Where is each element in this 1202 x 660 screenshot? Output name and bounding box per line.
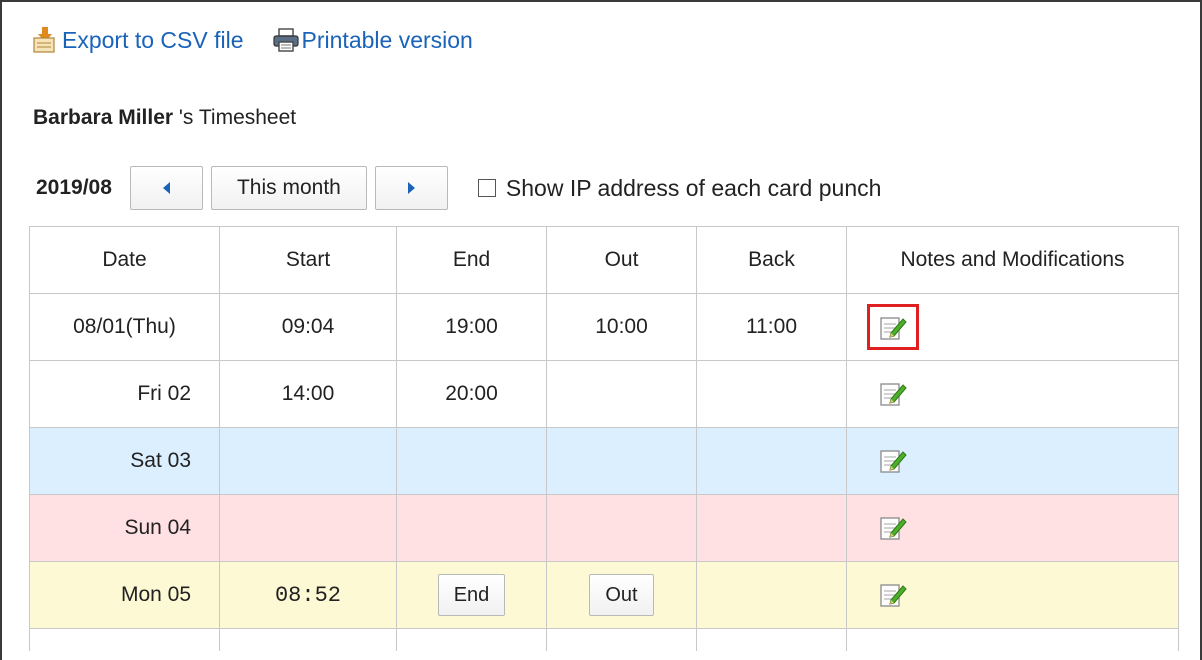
row-back — [696, 427, 847, 495]
show-ip-label[interactable]: Show IP address of each card punch — [506, 175, 881, 202]
edit-note-icon[interactable] — [877, 313, 909, 343]
row-out — [546, 360, 697, 428]
month-navigation: 2019/08 This month Show IP address of ea… — [36, 166, 881, 210]
title-suffix: 's Timesheet — [178, 106, 297, 129]
row-back: 11:00 — [696, 293, 847, 361]
timesheet-title: Barbara Miller 's Timesheet — [33, 106, 296, 130]
table-row: Mon 05 08:52 End Out — [29, 561, 1179, 629]
printable-version-label: Printable version — [301, 26, 473, 53]
row-notes — [846, 427, 1179, 495]
row-start: 09:04 — [219, 293, 397, 361]
printable-version-link[interactable]: Printable version — [272, 26, 473, 54]
edit-note-icon[interactable] — [877, 513, 909, 543]
show-ip-checkbox[interactable] — [477, 179, 496, 197]
row-out — [546, 494, 697, 562]
row-date: Sun 04 — [29, 494, 220, 562]
row-notes — [846, 561, 1179, 629]
row-out — [546, 427, 697, 495]
table-row: 08/01(Thu) 09:04 19:00 10:00 11:00 — [29, 293, 1179, 361]
table-header-row: Date Start End Out Back Notes and Modifi… — [29, 226, 1179, 294]
row-end: 20:00 — [396, 360, 547, 428]
row-out: 10:00 — [546, 293, 697, 361]
previous-month-button[interactable] — [129, 166, 203, 210]
column-header-notes: Notes and Modifications — [846, 226, 1179, 294]
triangle-right-icon — [407, 182, 415, 194]
show-ip-option: Show IP address of each card punch — [477, 175, 881, 202]
column-header-back: Back — [696, 226, 847, 294]
row-start: 08:52 — [219, 561, 397, 629]
row-start — [219, 494, 397, 562]
punch-end-button[interactable]: End — [437, 574, 506, 616]
row-start — [219, 427, 397, 495]
printer-icon — [272, 26, 299, 54]
table-row: Sun 04 — [29, 494, 1179, 562]
triangle-left-icon — [162, 182, 170, 194]
edit-note-icon[interactable] — [877, 580, 909, 610]
edit-note-icon[interactable] — [877, 379, 909, 409]
column-header-date: Date — [29, 226, 220, 294]
row-out: Out — [546, 561, 697, 629]
punch-out-button[interactable]: Out — [589, 574, 654, 616]
export-csv-label: Export to CSV file — [62, 26, 244, 53]
current-month: 2019/08 — [36, 176, 112, 199]
table-row: Fri 02 14:00 20:00 — [29, 360, 1179, 428]
this-month-button[interactable]: This month — [210, 166, 367, 210]
row-date: Mon 05 — [29, 561, 220, 629]
row-start: 14:00 — [219, 360, 397, 428]
export-csv-link[interactable]: Export to CSV file — [32, 26, 244, 54]
row-back — [696, 561, 847, 629]
next-month-button[interactable] — [374, 166, 448, 210]
table-row-partial — [29, 628, 1179, 651]
row-back — [696, 494, 847, 562]
csv-export-icon — [32, 26, 58, 54]
row-back — [696, 360, 847, 428]
row-date: Sat 03 — [29, 427, 220, 495]
edit-note-icon[interactable] — [877, 446, 909, 476]
table-row: Sat 03 — [29, 427, 1179, 495]
timesheet-table: Date Start End Out Back Notes and Modifi… — [29, 226, 1179, 651]
row-end: End — [396, 561, 547, 629]
row-date: 08/01(Thu) — [29, 293, 220, 361]
column-header-out: Out — [546, 226, 697, 294]
toolbar: Export to CSV file Printable version — [32, 26, 473, 54]
row-notes — [846, 494, 1179, 562]
column-header-end: End — [396, 226, 547, 294]
row-notes — [846, 293, 1179, 361]
highlight-box — [867, 304, 919, 350]
row-notes — [846, 360, 1179, 428]
row-end — [396, 427, 547, 495]
row-date: Fri 02 — [29, 360, 220, 428]
row-end — [396, 494, 547, 562]
column-header-start: Start — [219, 226, 397, 294]
user-name: Barbara Miller — [33, 106, 174, 129]
row-end: 19:00 — [396, 293, 547, 361]
